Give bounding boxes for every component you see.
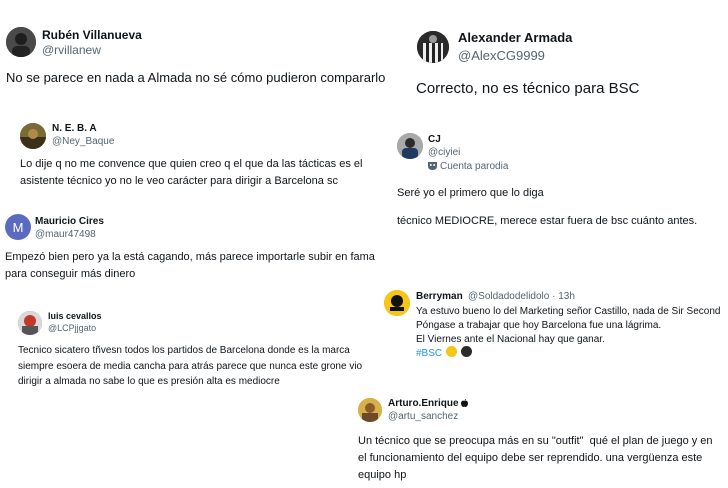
avatar-neba[interactable]	[20, 123, 46, 149]
author-handle[interactable]: @rvillanew	[42, 43, 101, 57]
tweet-line2: Póngase a trabajar que hoy Barcelona fue…	[416, 320, 662, 331]
tweet-text: No se parece en nada a Almada no sé cómo…	[6, 70, 386, 85]
author-handle[interactable]: @Ney_Baque	[52, 136, 114, 147]
author-name[interactable]: N. E. B. A	[52, 123, 97, 134]
tweet-line1: Ya estuvo bueno lo del Marketing señor C…	[416, 306, 721, 317]
author-handle[interactable]: @Soldadodelidolo · 13h	[468, 291, 575, 302]
tweet-text: Tecnico sicatero tñvesn todos los partid…	[18, 345, 363, 387]
tweet-card-berryman: Berryman @Soldadodelidolo · 13h Ya estuv…	[378, 282, 728, 372]
author-name[interactable]: luis cevallos	[48, 311, 102, 321]
tweet-text: Correcto, no es técnico para BSC	[416, 80, 640, 97]
avatar-mauricio[interactable]: M	[5, 214, 31, 240]
author-handle[interactable]: @ciyiei	[428, 147, 460, 158]
avatar-berryman[interactable]	[384, 290, 410, 316]
tweet-text: Lo dije q no me convence que quien creo …	[20, 158, 363, 187]
tweet-text: Un técnico que se preocupa más en su "ou…	[358, 435, 716, 482]
yellow-circle-emoji-icon	[445, 346, 457, 357]
author-name[interactable]: Mauricio Cires	[35, 216, 104, 227]
tweet-text-line2: técnico MEDIOCRE, merece estar fuera de …	[397, 215, 698, 227]
tweet-line4: #BSC	[416, 346, 472, 361]
avatar-letter: M	[12, 219, 24, 235]
parody-label: Cuenta parodia	[440, 161, 509, 172]
author-name[interactable]: Arturo.Enrique	[388, 398, 469, 409]
tweet-text-line1: Seré yo el primero que lo diga	[397, 187, 544, 199]
tweet-card-alexander: Alexander Armada @AlexCG9999 Correcto, n…	[408, 18, 728, 108]
black-circle-emoji-icon	[460, 346, 472, 357]
tweet-card-luis: luis cevallos @LCPjjgato Tecnico sicater…	[8, 303, 398, 393]
author-handle[interactable]: @artu_sanchez	[388, 411, 458, 422]
avatar-alexander[interactable]	[417, 31, 449, 63]
tweet-text: Empezó bien pero ya la está cagando, más…	[5, 251, 375, 280]
author-handle[interactable]: @LCPjjgato	[48, 323, 96, 333]
avatar-ruben[interactable]	[6, 27, 36, 57]
tweet-card-cj: CJ @ciyiei Cuenta parodia Seré yo el pri…	[388, 125, 728, 240]
author-handle[interactable]: @maur47498	[35, 229, 96, 240]
author-name[interactable]: CJ	[428, 134, 441, 145]
tweet-line3: El Viernes ante el Nacional hay que gana…	[416, 334, 605, 345]
parody-badge: Cuenta parodia	[428, 161, 508, 172]
hashtag-link[interactable]: #BSC	[416, 348, 442, 359]
apple-icon	[461, 399, 469, 407]
avatar-luis[interactable]	[18, 311, 42, 335]
tweet-card-arturo: Arturo.Enrique @artu_sanchez Un técnico …	[350, 390, 728, 488]
tweet-card-mauricio: M Mauricio Cires @maur47498 Empezó bien …	[0, 207, 398, 287]
author-name[interactable]: Rubén Villanueva	[42, 28, 142, 42]
author-name[interactable]: Berryman	[416, 291, 463, 302]
tweet-card-ruben: Rubén Villanueva @rvillanew No se parece…	[0, 18, 398, 98]
avatar-arturo[interactable]	[358, 398, 382, 422]
parody-mask-icon	[428, 162, 437, 170]
author-handle[interactable]: @AlexCG9999	[458, 48, 545, 63]
author-name-text: Arturo.Enrique	[388, 398, 459, 409]
avatar-cj[interactable]	[397, 133, 423, 159]
tweet-card-neba: N. E. B. A @Ney_Baque Lo dije q no me co…	[10, 115, 395, 200]
author-name[interactable]: Alexander Armada	[458, 30, 572, 45]
